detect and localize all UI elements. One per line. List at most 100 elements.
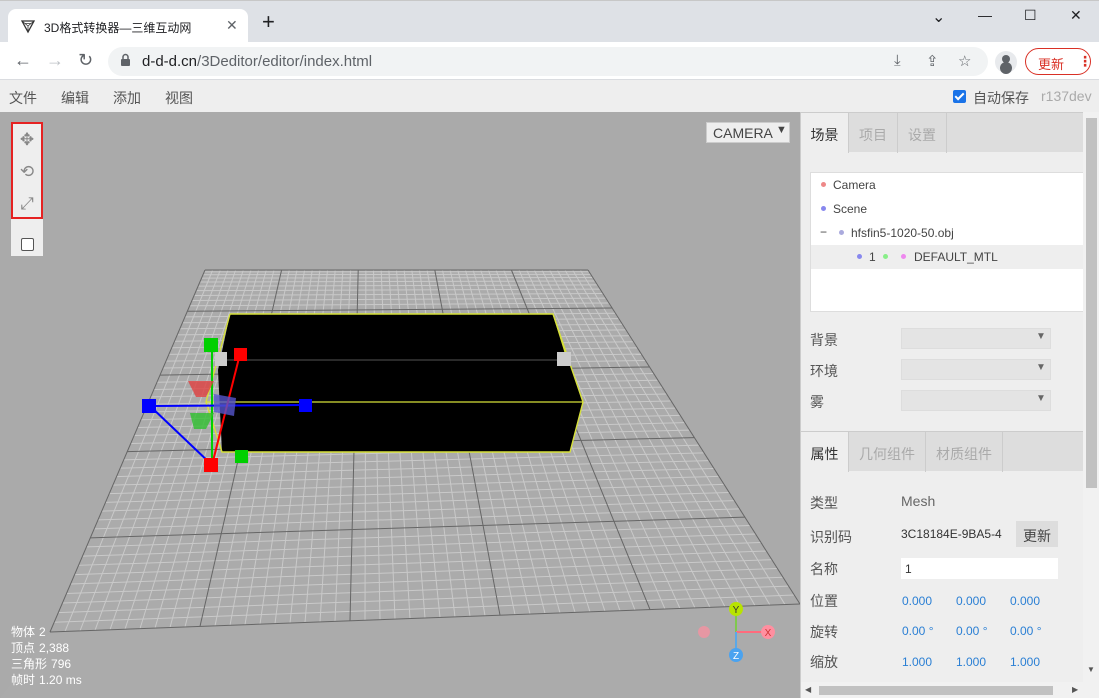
background-select[interactable]: ▼ — [901, 328, 1051, 349]
tab-title: 3D格式转换器—三维互动网 — [44, 21, 192, 35]
axis-y-label: Y — [733, 605, 740, 616]
tab-material[interactable]: 材质组件 — [926, 432, 1003, 472]
info-objects-label: 物体 — [11, 625, 36, 639]
scroll-left-icon[interactable]: ◀ — [805, 685, 811, 694]
gizmo-y-handle[interactable] — [204, 338, 218, 352]
close-window-button[interactable]: ✕ — [1070, 7, 1082, 24]
uuid-label: 识别码 — [810, 529, 852, 545]
type-value: Mesh — [901, 493, 936, 509]
fog-label: 雾 — [810, 394, 824, 410]
scene-tabs: 场景 项目 设置 — [801, 112, 1084, 153]
info-triangles-value: 796 — [51, 657, 72, 671]
gizmo-x-handle-2[interactable] — [204, 458, 218, 472]
position-y-field[interactable]: 0.000 — [956, 594, 986, 608]
share-icon[interactable]: ⇪ — [926, 52, 939, 70]
scroll-right-icon[interactable]: ▶ — [1072, 685, 1078, 694]
browser-tab-strip: 3D格式转换器—三维互动网 ✕ + ⌄ — ☐ ✕ — [0, 0, 1099, 43]
rotation-z-field[interactable]: 0.00 ° — [1010, 624, 1042, 638]
sidebar-vertical-scrollbar[interactable]: ▼ — [1083, 112, 1099, 682]
back-icon[interactable]: ← — [14, 50, 32, 70]
address-bar[interactable]: d-d-d.cn/3Deditor/editor/index.html ⤓ ⇪ … — [108, 47, 988, 76]
rotation-y-field[interactable]: 0.00 ° — [956, 624, 988, 638]
menu-add[interactable]: 添加 — [113, 88, 141, 108]
browser-update-button[interactable]: 更新 ⋮ — [1025, 48, 1092, 75]
scale-z-field[interactable]: 1.000 — [1010, 655, 1040, 669]
forward-icon[interactable]: → — [46, 50, 64, 70]
mesh-dot-icon — [857, 254, 862, 259]
tab-project[interactable]: 项目 — [849, 113, 898, 153]
install-app-icon[interactable]: ⤓ — [894, 52, 901, 69]
tab-scene[interactable]: 场景 — [801, 113, 849, 153]
menu-file[interactable]: 文件 — [9, 88, 37, 108]
tab-settings[interactable]: 设置 — [898, 113, 947, 153]
outliner-item-mesh[interactable]: 1 DEFAULT_MTL — [811, 245, 1083, 269]
menu-view[interactable]: 视图 — [165, 88, 193, 108]
tab-geometry[interactable]: 几何组件 — [849, 432, 926, 472]
autosave-checkbox[interactable] — [953, 90, 966, 103]
info-vertices-value: 2,388 — [39, 641, 70, 655]
mesh-box[interactable] — [205, 313, 584, 453]
axis-x-label: X — [765, 628, 772, 639]
gizmo-z-handle-2[interactable] — [299, 399, 312, 412]
horizontal-scroll-thumb[interactable] — [819, 686, 1053, 695]
reload-icon[interactable]: ↻ — [78, 50, 93, 70]
material-dot-icon — [901, 254, 906, 259]
sidebar-panel: 场景 项目 设置 Camera Scene − hfsfin5-1020-50.… — [800, 112, 1099, 698]
position-label: 位置 — [810, 593, 838, 609]
axis-z-label: Z — [733, 651, 739, 662]
info-frametime-label: 帧时 — [11, 673, 36, 687]
site-favicon-icon — [20, 20, 36, 34]
outliner-item-object[interactable]: − hfsfin5-1020-50.obj — [811, 221, 1083, 245]
sidebar-horizontal-scrollbar[interactable]: ◀ ▶ — [801, 682, 1099, 698]
outliner-material-label: DEFAULT_MTL — [914, 250, 998, 264]
update-label: 更新 — [1038, 57, 1065, 72]
gizmo-y-handle-2[interactable] — [235, 450, 248, 463]
3d-viewport[interactable]: Y X Z ✥ ⟲ ⤢ CAMERA ▼ 物体 2 顶点 2,388 三角形 796 … — [0, 112, 800, 698]
scale-x-field[interactable]: 1.000 — [902, 655, 932, 669]
chevron-down-icon: ▼ — [1036, 393, 1046, 404]
position-z-field[interactable]: 0.000 — [1010, 594, 1040, 608]
scale-y-field[interactable]: 1.000 — [956, 655, 986, 669]
gizmo-x-handle[interactable] — [234, 348, 247, 361]
fog-select[interactable]: ▼ — [901, 390, 1051, 411]
name-field[interactable]: 1 — [901, 558, 1058, 579]
tab-search-chevron-icon[interactable]: ⌄ — [932, 7, 945, 27]
chevron-down-icon: ▼ — [1036, 362, 1046, 373]
uuid-renew-button[interactable]: 更新 — [1016, 521, 1058, 547]
camera-dot-icon — [821, 182, 826, 187]
url-path: /3Deditor/editor/index.html — [197, 53, 373, 70]
info-vertices-label: 顶点 — [11, 641, 36, 655]
environment-select[interactable]: ▼ — [901, 359, 1051, 380]
rotation-label: 旋转 — [810, 624, 838, 640]
tab-close-icon[interactable]: ✕ — [226, 17, 238, 34]
camera-select-value: CAMERA — [713, 125, 773, 141]
more-menu-icon: ⋮ — [1078, 53, 1092, 69]
scene-canvas[interactable]: Y X Z — [0, 112, 800, 698]
menu-edit[interactable]: 编辑 — [61, 88, 89, 108]
position-x-field[interactable]: 0.000 — [902, 594, 932, 608]
vertical-scroll-thumb[interactable] — [1086, 118, 1097, 488]
outliner-item-camera[interactable]: Camera — [811, 173, 1083, 197]
profile-avatar-icon[interactable] — [995, 51, 1017, 73]
gizmo-z-handle[interactable] — [142, 399, 156, 413]
scene-outliner[interactable]: Camera Scene − hfsfin5-1020-50.obj 1 DEF… — [810, 172, 1084, 312]
geometry-dot-icon — [883, 254, 888, 259]
uuid-field[interactable]: 3C18184E-9BA5-4 — [901, 521, 1008, 545]
url-text: d-d-d.cn/3Deditor/editor/index.html — [142, 53, 372, 70]
local-space-checkbox[interactable] — [21, 238, 34, 251]
new-tab-button[interactable]: + — [262, 11, 275, 33]
scroll-down-icon[interactable]: ▼ — [1087, 665, 1095, 674]
outliner-item-scene[interactable]: Scene — [811, 197, 1083, 221]
bookmark-star-icon[interactable]: ☆ — [958, 52, 971, 70]
rotation-x-field[interactable]: 0.00 ° — [902, 624, 934, 638]
tab-object[interactable]: 属性 — [801, 432, 849, 472]
info-frametime-value: 1.20 ms — [39, 673, 82, 687]
properties-tabs: 属性 几何组件 材质组件 — [801, 431, 1084, 472]
camera-select[interactable]: CAMERA ▼ — [706, 122, 790, 143]
outliner-label: 1 — [869, 250, 876, 264]
maximize-button[interactable]: ☐ — [1024, 7, 1037, 24]
browser-tab[interactable]: 3D格式转换器—三维互动网 ✕ — [8, 9, 248, 43]
collapse-toggle-icon[interactable]: − — [820, 225, 827, 239]
version-label: r137dev — [1041, 88, 1092, 104]
minimize-button[interactable]: — — [978, 7, 992, 23]
